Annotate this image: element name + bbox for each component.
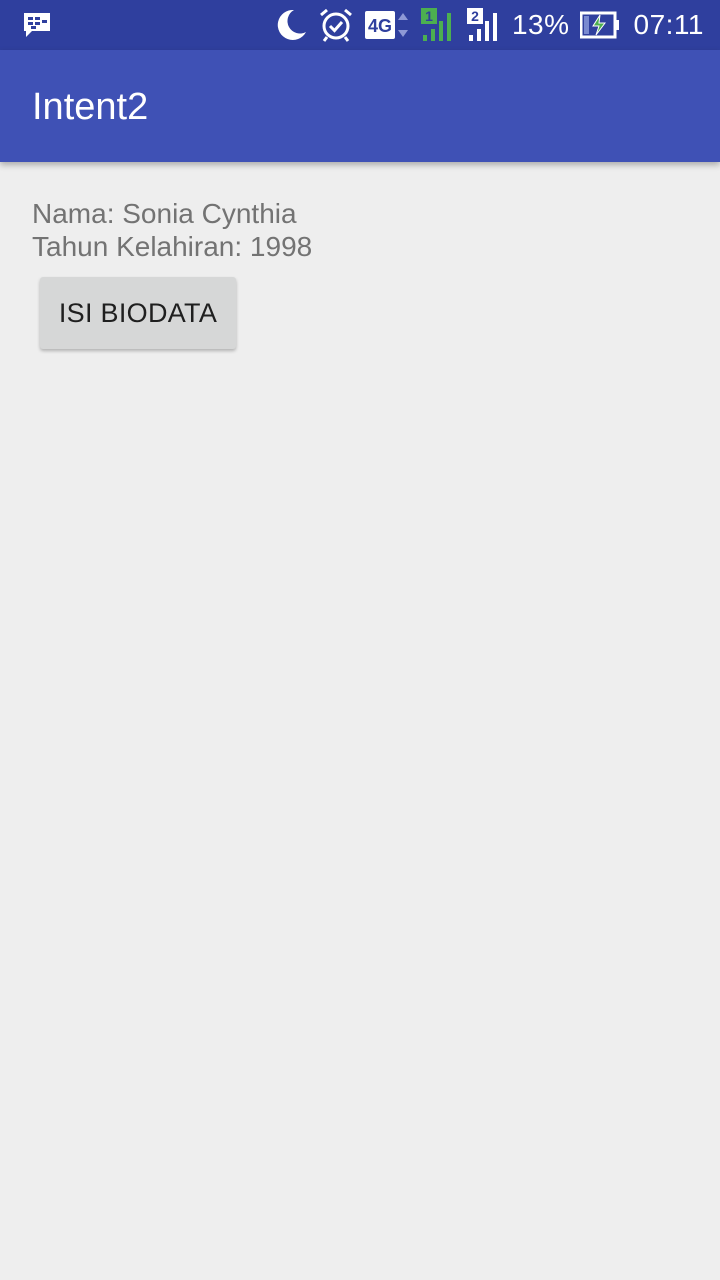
bbm-notification-icon	[22, 11, 52, 39]
battery-charging-icon	[579, 11, 620, 39]
signal-sim2-icon: 2	[466, 7, 502, 43]
battery-percent: 13%	[511, 9, 570, 40]
svg-text:1: 1	[425, 8, 433, 24]
status-icons-group: 4G 1 2 13% 07:11	[274, 0, 704, 50]
svg-text:4G: 4G	[368, 16, 392, 36]
signal-sim1-icon: 1	[420, 7, 456, 43]
nama-text: Nama: Sonia Cynthia	[32, 198, 297, 229]
alarm-icon	[318, 7, 354, 43]
svg-text:2: 2	[471, 8, 479, 24]
tahun-kelahiran-text: Tahun Kelahiran: 1998	[32, 231, 313, 262]
network-4g-icon: 4G	[364, 7, 410, 43]
app-bar: Intent2	[0, 50, 720, 162]
status-bar: 4G 1 2 13% 07:11	[0, 0, 720, 50]
app-title: Intent2	[32, 86, 149, 128]
clock-time: 07:11	[633, 9, 704, 40]
isi-biodata-button[interactable]: ISI BIODATA	[40, 277, 236, 349]
biodata-info: Nama: Sonia Cynthia Tahun Kelahiran: 199…	[32, 197, 692, 263]
do-not-disturb-moon-icon	[274, 8, 308, 42]
